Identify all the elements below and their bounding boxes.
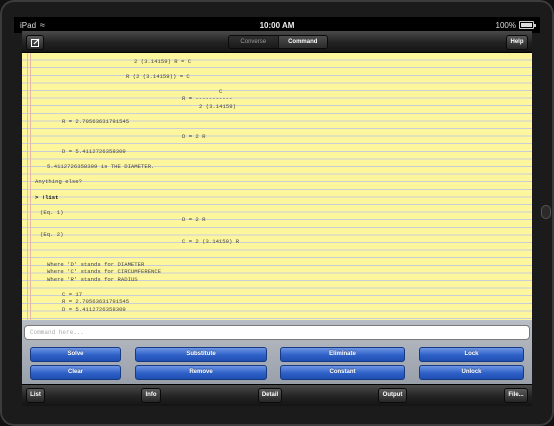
- note-line: (Eq. 1): [40, 209, 64, 216]
- substitute-button[interactable]: Substitute: [135, 347, 267, 362]
- bottom-toolbar: List Info Detail Output File...: [22, 384, 532, 406]
- constant-button[interactable]: Constant: [280, 365, 405, 380]
- help-button[interactable]: Help: [506, 35, 528, 50]
- margin-line: [30, 53, 31, 320]
- note-line: R = 2.70563631791545: [62, 118, 130, 125]
- note-line: D = 2 R: [182, 216, 206, 223]
- segment-command[interactable]: Command: [277, 36, 327, 48]
- info-button[interactable]: Info: [141, 388, 161, 403]
- note-line: R (2 (3.14159)) = C: [126, 73, 190, 80]
- file-button[interactable]: File...: [504, 388, 528, 403]
- output-button[interactable]: Output: [378, 388, 407, 403]
- compose-button[interactable]: [26, 35, 44, 50]
- note-line: D = 2 R: [182, 133, 206, 140]
- clear-button[interactable]: Clear: [30, 365, 121, 380]
- note-line: 5.4112726358309 is THE DIAMETER.: [47, 163, 155, 170]
- note-line: 2 (3.14159) R = C: [134, 58, 192, 65]
- note-line: (Eq. 2): [40, 231, 64, 238]
- list-button[interactable]: List: [26, 388, 45, 403]
- battery-percent: 100%: [495, 21, 516, 30]
- note-line: C = 17: [62, 291, 83, 298]
- clock: 10:00 AM: [259, 21, 295, 30]
- command-input[interactable]: [24, 325, 530, 340]
- note-line: R = 2.70563631791545: [62, 298, 130, 305]
- eliminate-button[interactable]: Eliminate: [280, 347, 405, 362]
- solve-button[interactable]: Solve: [30, 347, 121, 362]
- top-toolbar: Converse Command Help: [22, 31, 532, 53]
- note-line: D = 5.4112726358309: [62, 306, 126, 313]
- note-line: R = -----------: [182, 95, 233, 102]
- note-line: Where 'D' stands for DIAMETER: [47, 261, 145, 268]
- note-line: > !list: [35, 194, 59, 201]
- margin-line: [27, 53, 28, 320]
- battery-icon: [519, 21, 536, 29]
- detail-button[interactable]: Detail: [258, 388, 282, 403]
- segment-converse[interactable]: Converse: [229, 36, 278, 48]
- note-line: C: [219, 88, 223, 95]
- note-line: D = 5.4112726358309: [62, 148, 126, 155]
- note-line: 2 (3.14159): [199, 103, 236, 110]
- mode-segmented-control: Converse Command: [228, 35, 328, 49]
- unlock-button[interactable]: Unlock: [419, 365, 524, 380]
- output-notepad[interactable]: 2 (3.14159) R = C R (2 (3.14159)) = C C …: [22, 53, 532, 320]
- note-line: Anything else?: [35, 178, 82, 185]
- note-line: C = 2 (3.14159) R: [182, 238, 240, 245]
- command-panel: Solve Substitute Eliminate Lock Clear Re…: [22, 320, 532, 384]
- remove-button[interactable]: Remove: [135, 365, 267, 380]
- lock-button[interactable]: Lock: [419, 347, 524, 362]
- note-line: Where 'C' stands for CIRCUMFERENCE: [47, 268, 162, 275]
- side-button: [541, 205, 551, 219]
- note-line: Where 'R' stands for RADIUS: [47, 276, 138, 283]
- compose-icon: [31, 38, 40, 47]
- ipad-screen: iPad ≈ 10:00 AM 100% Converse Command He…: [0, 0, 554, 426]
